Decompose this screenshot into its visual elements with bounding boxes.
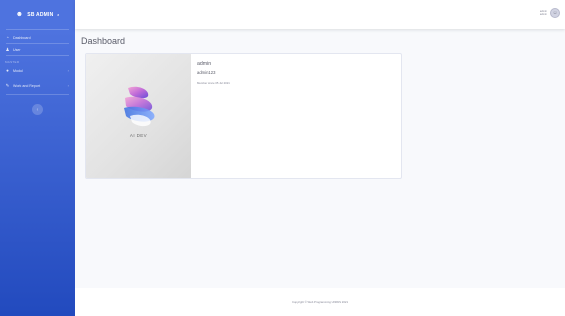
profile-details: admin admin123 Member since 05 Jul 2021 [197,61,230,85]
map-marker-icon: ● [6,68,9,73]
sidebar-item-modul[interactable]: ● Modul › [0,65,75,76]
brand-sup: 2 [57,12,60,17]
profile-card: AI DEV admin admin123 Member since 05 Ju… [85,53,402,179]
sidebar-item-dashboard[interactable]: ◔ Dashboard [0,32,75,43]
copyright-text: Copyright © Web Programming UNPAS 2021 [291,300,349,304]
page-title: Dashboard [81,36,126,46]
wrench-icon: ✎ [5,82,10,88]
sidebar-item-user[interactable]: ♟ User [0,44,75,55]
avatar[interactable]: ☺ [550,8,560,18]
ai-dev-logo-icon [124,86,155,127]
profile-name: admin [197,61,212,67]
sidebar-divider [6,29,69,30]
profile-image: AI DEV [86,54,191,178]
sidebar-item-label: Work and Report [13,83,41,88]
tachometer-icon: ◔ [6,35,9,40]
user-name-line: admin [539,13,547,16]
footer: Copyright © Web Programming UNPAS 2021 [75,288,565,316]
sidebar-item-label: Modul [13,68,23,73]
profile-email: admin123 [197,70,216,75]
user-dropdown[interactable]: admin admin ☺ [540,8,560,18]
user-name: admin admin [540,10,547,16]
chevron-right-icon: › [67,68,69,73]
sidebar-item-work-report[interactable]: ✎ Work and Report › [0,80,75,91]
topbar: admin admin ☺ [75,0,565,29]
sidebar-heading: MASTER [5,60,20,64]
sidebar: ☻ SB ADMIN 2 ◔ Dashboard ♟ User MASTER ● … [0,0,75,316]
sidebar-brand[interactable]: ☻ SB ADMIN 2 [0,0,75,29]
sidebar-item-label: Dashboard [13,35,31,40]
sidebar-divider [6,94,69,95]
laugh-wink-icon: ☻ [15,11,24,18]
chevron-right-icon: › [67,83,69,88]
sidebar-item-label: User [13,47,21,52]
brand-text: SB ADMIN [27,11,54,18]
user-icon: ♟ [5,46,10,52]
profile-image-caption: AI DEV [129,133,148,138]
member-since: Member since 05 Jul 2021 [197,81,230,85]
sidebar-toggle-button[interactable]: ‹ [32,104,43,115]
user-circle-icon: ☺ [552,10,558,16]
